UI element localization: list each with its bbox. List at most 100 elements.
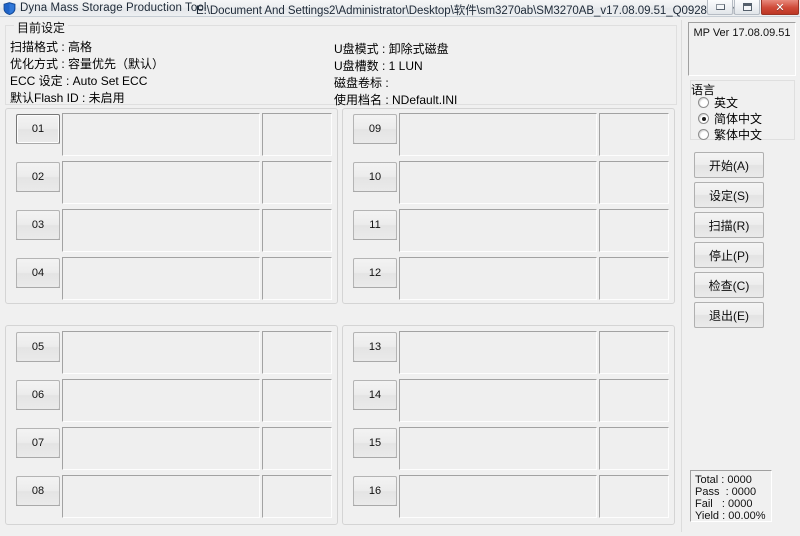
slot-button-01[interactable]: 01 — [16, 114, 60, 144]
slot-status-panel-02[interactable] — [62, 161, 260, 204]
slot-divider — [16, 409, 60, 410]
slot-row: 04 — [6, 256, 337, 302]
shield-icon — [3, 1, 16, 15]
slot-status-panel-13[interactable] — [399, 331, 597, 374]
slot-detail-panel-13[interactable] — [599, 331, 669, 374]
slot-row: 01 — [6, 112, 337, 158]
slot-row: 02 — [6, 160, 337, 206]
slot-divider — [16, 191, 60, 192]
slot-detail-panel-06[interactable] — [262, 379, 332, 422]
slot-status-panel-01[interactable] — [62, 113, 260, 156]
radio-icon[interactable] — [698, 113, 709, 124]
slot-divider — [16, 505, 60, 506]
slot-row: 15 — [343, 426, 674, 472]
window-title: Dyna Mass Storage Production Tool — [20, 2, 207, 14]
slot-row: 09 — [343, 112, 674, 158]
slot-status-panel-15[interactable] — [399, 427, 597, 470]
slot-detail-panel-10[interactable] — [599, 161, 669, 204]
window-file-path: E:\Document And Settings2\Administrator\… — [196, 5, 773, 17]
slot-status-panel-06[interactable] — [62, 379, 260, 422]
setting-optimize-mode: 优化方式 : 容量优先（默认） — [10, 57, 165, 71]
stop-button[interactable]: 停止(P) — [694, 242, 764, 268]
slot-button-11[interactable]: 11 — [353, 210, 397, 240]
slot-status-panel-09[interactable] — [399, 113, 597, 156]
slot-divider — [353, 361, 397, 362]
slot-detail-panel-07[interactable] — [262, 427, 332, 470]
slot-divider — [16, 143, 60, 144]
maximize-button[interactable] — [734, 0, 760, 15]
slot-detail-panel-16[interactable] — [599, 475, 669, 518]
settings-button[interactable]: 设定(S) — [694, 182, 764, 208]
slot-button-15[interactable]: 15 — [353, 428, 397, 458]
slot-divider — [353, 505, 397, 506]
slot-status-panel-04[interactable] — [62, 257, 260, 300]
slot-row: 06 — [6, 378, 337, 424]
slot-detail-panel-03[interactable] — [262, 209, 332, 252]
slot-detail-panel-05[interactable] — [262, 331, 332, 374]
slot-detail-panel-09[interactable] — [599, 113, 669, 156]
slot-divider — [353, 239, 397, 240]
slot-detail-panel-15[interactable] — [599, 427, 669, 470]
setting-default-flash-id: 默认Flash ID : 未启用 — [10, 91, 125, 105]
exit-button[interactable]: 退出(E) — [694, 302, 764, 328]
slot-button-13[interactable]: 13 — [353, 332, 397, 362]
slot-status-panel-07[interactable] — [62, 427, 260, 470]
check-button[interactable]: 检查(C) — [694, 272, 764, 298]
slot-button-09[interactable]: 09 — [353, 114, 397, 144]
slot-row: 05 — [6, 330, 337, 376]
slot-detail-panel-02[interactable] — [262, 161, 332, 204]
slot-button-06[interactable]: 06 — [16, 380, 60, 410]
language-option-label: 繁体中文 — [714, 128, 763, 142]
slot-button-08[interactable]: 08 — [16, 476, 60, 506]
slot-divider — [16, 287, 60, 288]
slot-group-bottom-left: 05 06 07 08 — [5, 325, 338, 525]
language-option-label: 简体中文 — [714, 112, 763, 126]
slot-button-14[interactable]: 14 — [353, 380, 397, 410]
close-icon: ✕ — [775, 0, 785, 14]
slot-button-10[interactable]: 10 — [353, 162, 397, 192]
language-option-simplified-chinese[interactable]: 简体中文 — [698, 110, 762, 127]
scan-button[interactable]: 扫描(R) — [694, 212, 764, 238]
slot-detail-panel-01[interactable] — [262, 113, 332, 156]
slot-status-panel-12[interactable] — [399, 257, 597, 300]
slot-status-panel-11[interactable] — [399, 209, 597, 252]
language-option-english[interactable]: 英文 — [698, 94, 738, 111]
language-option-traditional-chinese[interactable]: 繁体中文 — [698, 126, 762, 143]
slot-row: 07 — [6, 426, 337, 472]
slot-button-12[interactable]: 12 — [353, 258, 397, 288]
slot-detail-panel-14[interactable] — [599, 379, 669, 422]
setting-udisk-mode: U盘模式 : 卸除式磁盘 — [334, 42, 449, 56]
slot-detail-panel-11[interactable] — [599, 209, 669, 252]
slot-detail-panel-04[interactable] — [262, 257, 332, 300]
slot-group-bottom-right: 13 14 15 16 — [342, 325, 675, 525]
version-text: MP Ver 17.08.09.51 — [693, 27, 791, 39]
radio-icon[interactable] — [698, 129, 709, 140]
slot-button-02[interactable]: 02 — [16, 162, 60, 192]
slot-divider — [353, 143, 397, 144]
slot-row: 14 — [343, 378, 674, 424]
slot-button-03[interactable]: 03 — [16, 210, 60, 240]
start-button[interactable]: 开始(A) — [694, 152, 764, 178]
slot-status-panel-14[interactable] — [399, 379, 597, 422]
version-box: MP Ver 17.08.09.51 — [688, 22, 796, 76]
slot-status-panel-03[interactable] — [62, 209, 260, 252]
slot-row: 12 — [343, 256, 674, 302]
minimize-button[interactable] — [707, 0, 733, 15]
slot-button-16[interactable]: 16 — [353, 476, 397, 506]
stat-pass: Pass : 0000 — [695, 486, 757, 498]
slot-button-07[interactable]: 07 — [16, 428, 60, 458]
slot-detail-panel-08[interactable] — [262, 475, 332, 518]
slot-group-top-right: 09 10 11 12 — [342, 108, 675, 304]
slot-detail-panel-12[interactable] — [599, 257, 669, 300]
close-button[interactable]: ✕ — [761, 0, 799, 15]
slot-status-panel-05[interactable] — [62, 331, 260, 374]
slot-status-panel-16[interactable] — [399, 475, 597, 518]
slot-button-05[interactable]: 05 — [16, 332, 60, 362]
slot-row: 03 — [6, 208, 337, 254]
setting-config-file: 使用档名 : NDefault.INI — [334, 93, 458, 107]
slot-status-panel-10[interactable] — [399, 161, 597, 204]
radio-icon[interactable] — [698, 97, 709, 108]
setting-udisk-lun: U盘槽数 : 1 LUN — [334, 59, 423, 73]
slot-button-04[interactable]: 04 — [16, 258, 60, 288]
slot-status-panel-08[interactable] — [62, 475, 260, 518]
